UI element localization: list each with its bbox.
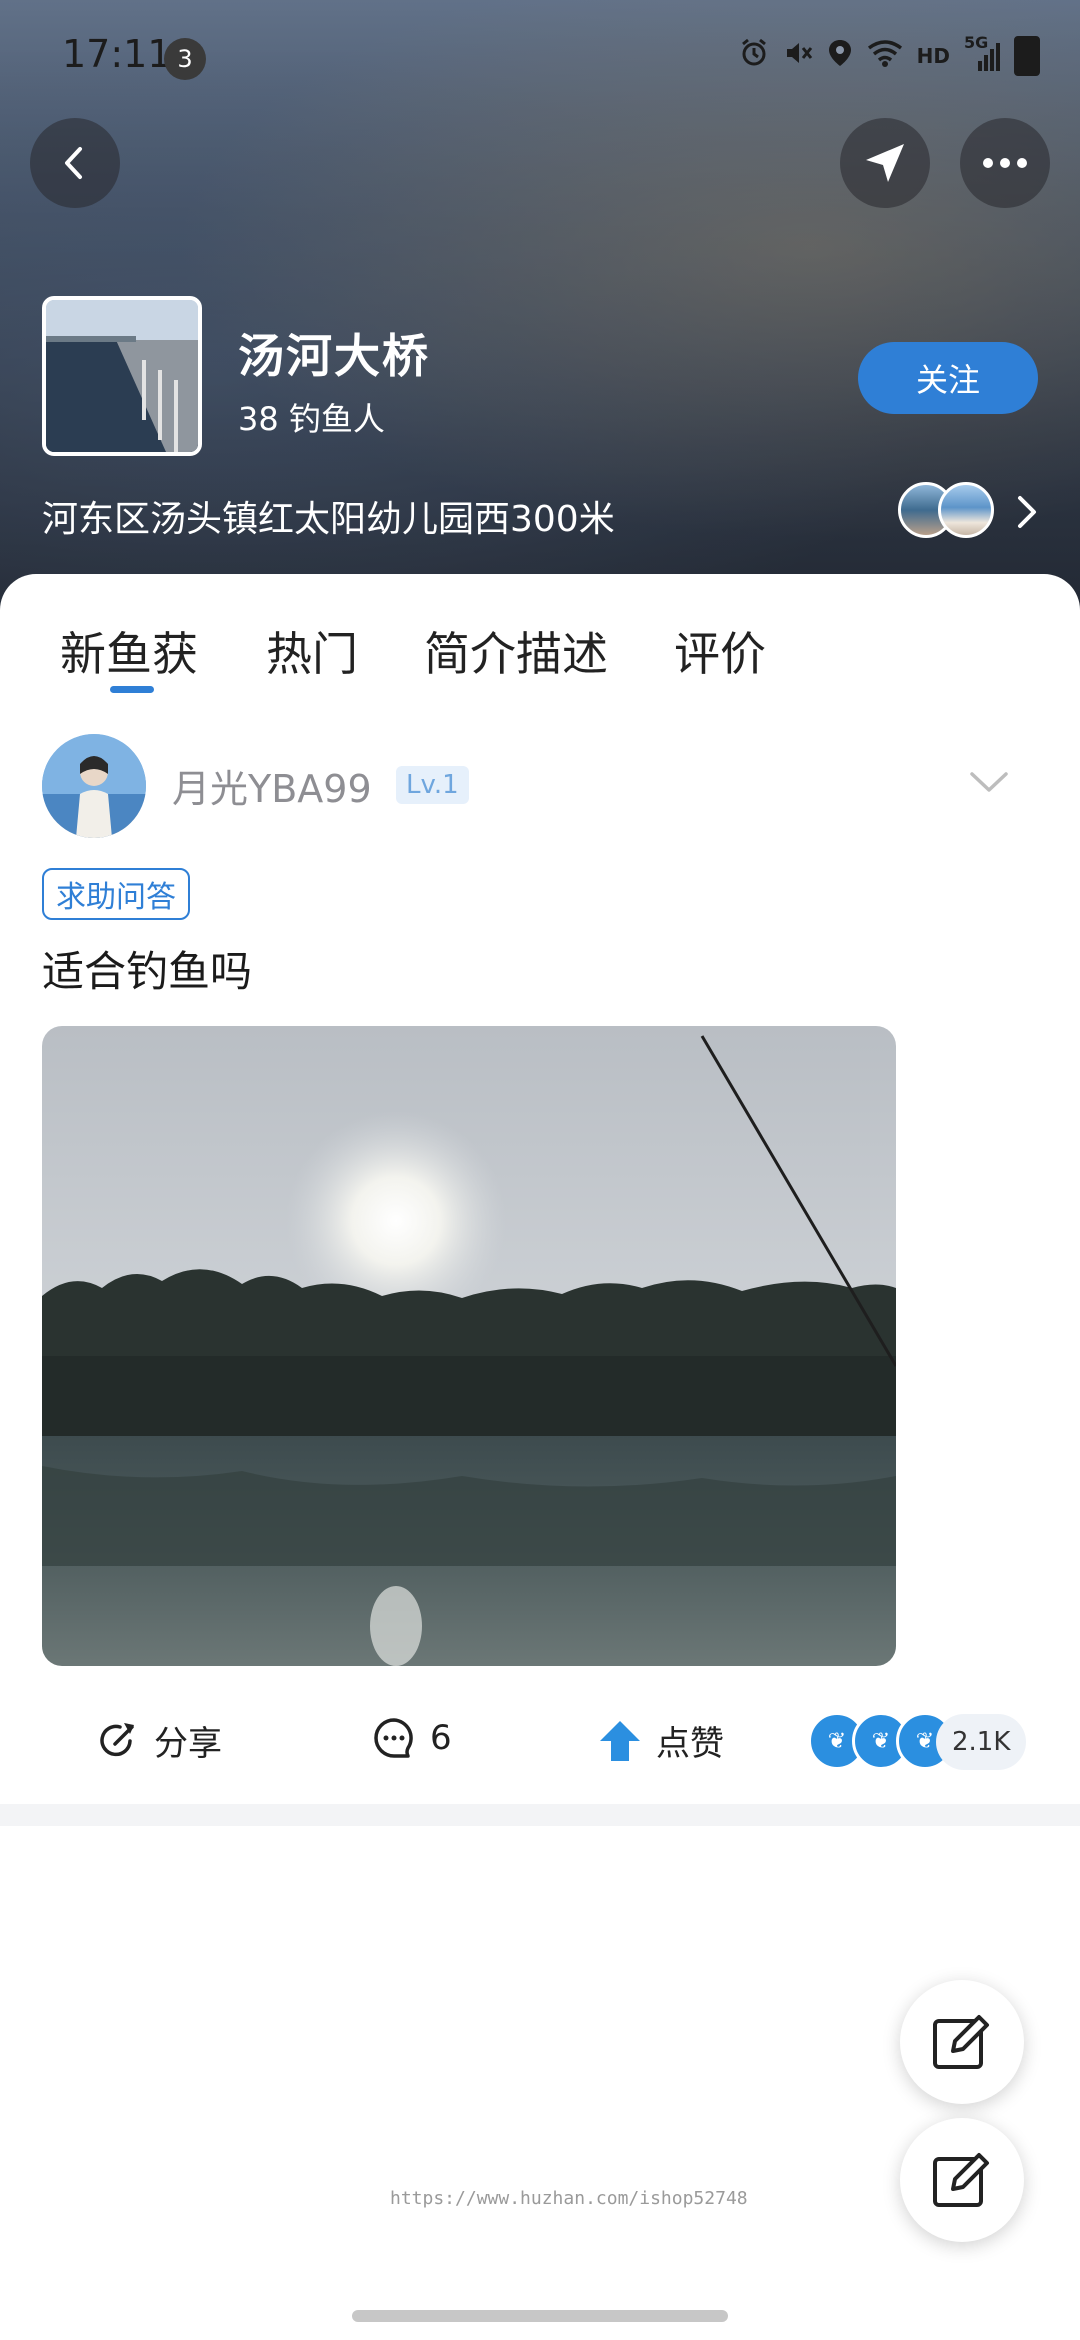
spot-name: 汤河大桥 <box>238 329 430 383</box>
comment-button[interactable]: 6 <box>372 1716 452 1760</box>
anglers-count[interactable]: 38 钓鱼人 <box>238 394 385 440</box>
level-badge: Lv.1 <box>396 766 469 804</box>
battery-icon <box>1014 36 1040 76</box>
alarm-icon <box>739 38 769 74</box>
status-icons: HD 5G <box>739 33 1040 76</box>
spot-thumbnail[interactable] <box>42 296 202 456</box>
mute-icon <box>783 38 813 74</box>
comment-count: 6 <box>430 1718 452 1758</box>
share-button[interactable]: 分享 <box>96 1716 222 1765</box>
like-label: 点赞 <box>656 1724 724 1764</box>
notification-count-badge: 3 <box>164 38 206 80</box>
compose-button[interactable] <box>900 1980 1024 2104</box>
tab-reviews[interactable]: 评价 <box>674 618 766 684</box>
post-image[interactable] <box>42 1026 896 1666</box>
edit-icon <box>933 2015 989 2069</box>
status-bar: 17:11 3 HD 5G <box>0 0 1080 110</box>
edit-icon <box>933 2153 989 2207</box>
like-total: 2.1K <box>936 1714 1027 1770</box>
location-icon <box>827 38 853 74</box>
tab-description[interactable]: 简介描述 <box>424 618 608 684</box>
home-indicator[interactable] <box>352 2310 728 2322</box>
tab-popular[interactable]: 热门 <box>266 618 358 684</box>
thumb-up-arrow-icon <box>600 1720 640 1761</box>
chevron-left-icon <box>65 147 82 179</box>
more-button[interactable] <box>960 118 1050 208</box>
post-actions: 分享 6 点赞 ❦ ❦ ❦ 2.1K <box>0 1704 1080 1784</box>
navigation-arrow-icon <box>866 144 904 182</box>
post-category-tag[interactable]: 求助问答 <box>42 868 190 920</box>
status-time: 17:11 <box>62 32 172 76</box>
signal-5g-icon: 5G <box>964 33 1000 73</box>
anglers-avatars[interactable] <box>898 482 1008 542</box>
spot-address[interactable]: 河东区汤头镇红太阳幼儿园西300米 <box>42 490 615 542</box>
chevron-right-icon[interactable] <box>1012 492 1040 536</box>
tab-active-indicator <box>110 686 154 693</box>
tab-bar: 新鱼获 热门 简介描述 评价 <box>0 574 1080 704</box>
navigate-button[interactable] <box>840 118 930 208</box>
post-text: 适合钓鱼吗 <box>42 947 253 996</box>
more-dots-icon <box>983 158 1027 168</box>
share-icon <box>100 1722 134 1756</box>
likers-summary[interactable]: ❦ ❦ ❦ 2.1K <box>808 1712 1028 1772</box>
section-divider <box>0 1804 1080 1826</box>
wifi-icon <box>867 38 903 74</box>
post-author-avatar[interactable] <box>42 734 146 838</box>
share-label: 分享 <box>154 1724 222 1764</box>
hd-label: HD <box>916 44 950 68</box>
post-options-button[interactable] <box>968 770 1010 798</box>
post-author-name[interactable]: 月光YBA99 <box>172 758 372 813</box>
avatar <box>938 482 994 538</box>
watermark: https://www.huzhan.com/ishop52748 <box>390 2188 748 2209</box>
chevron-down-icon <box>970 772 1008 792</box>
tab-new-catch[interactable]: 新鱼获 <box>60 618 198 684</box>
follow-button[interactable]: 关注 <box>858 342 1038 414</box>
compose-button-secondary[interactable] <box>900 2118 1024 2242</box>
spot-detail-screen: 17:11 3 HD 5G 汤河大桥 38 钓鱼人 关注 河东区汤头镇红太阳幼儿… <box>0 0 1080 2340</box>
comment-icon <box>374 1718 413 1758</box>
like-button[interactable]: 点赞 <box>598 1716 724 1765</box>
back-button[interactable] <box>30 118 120 208</box>
